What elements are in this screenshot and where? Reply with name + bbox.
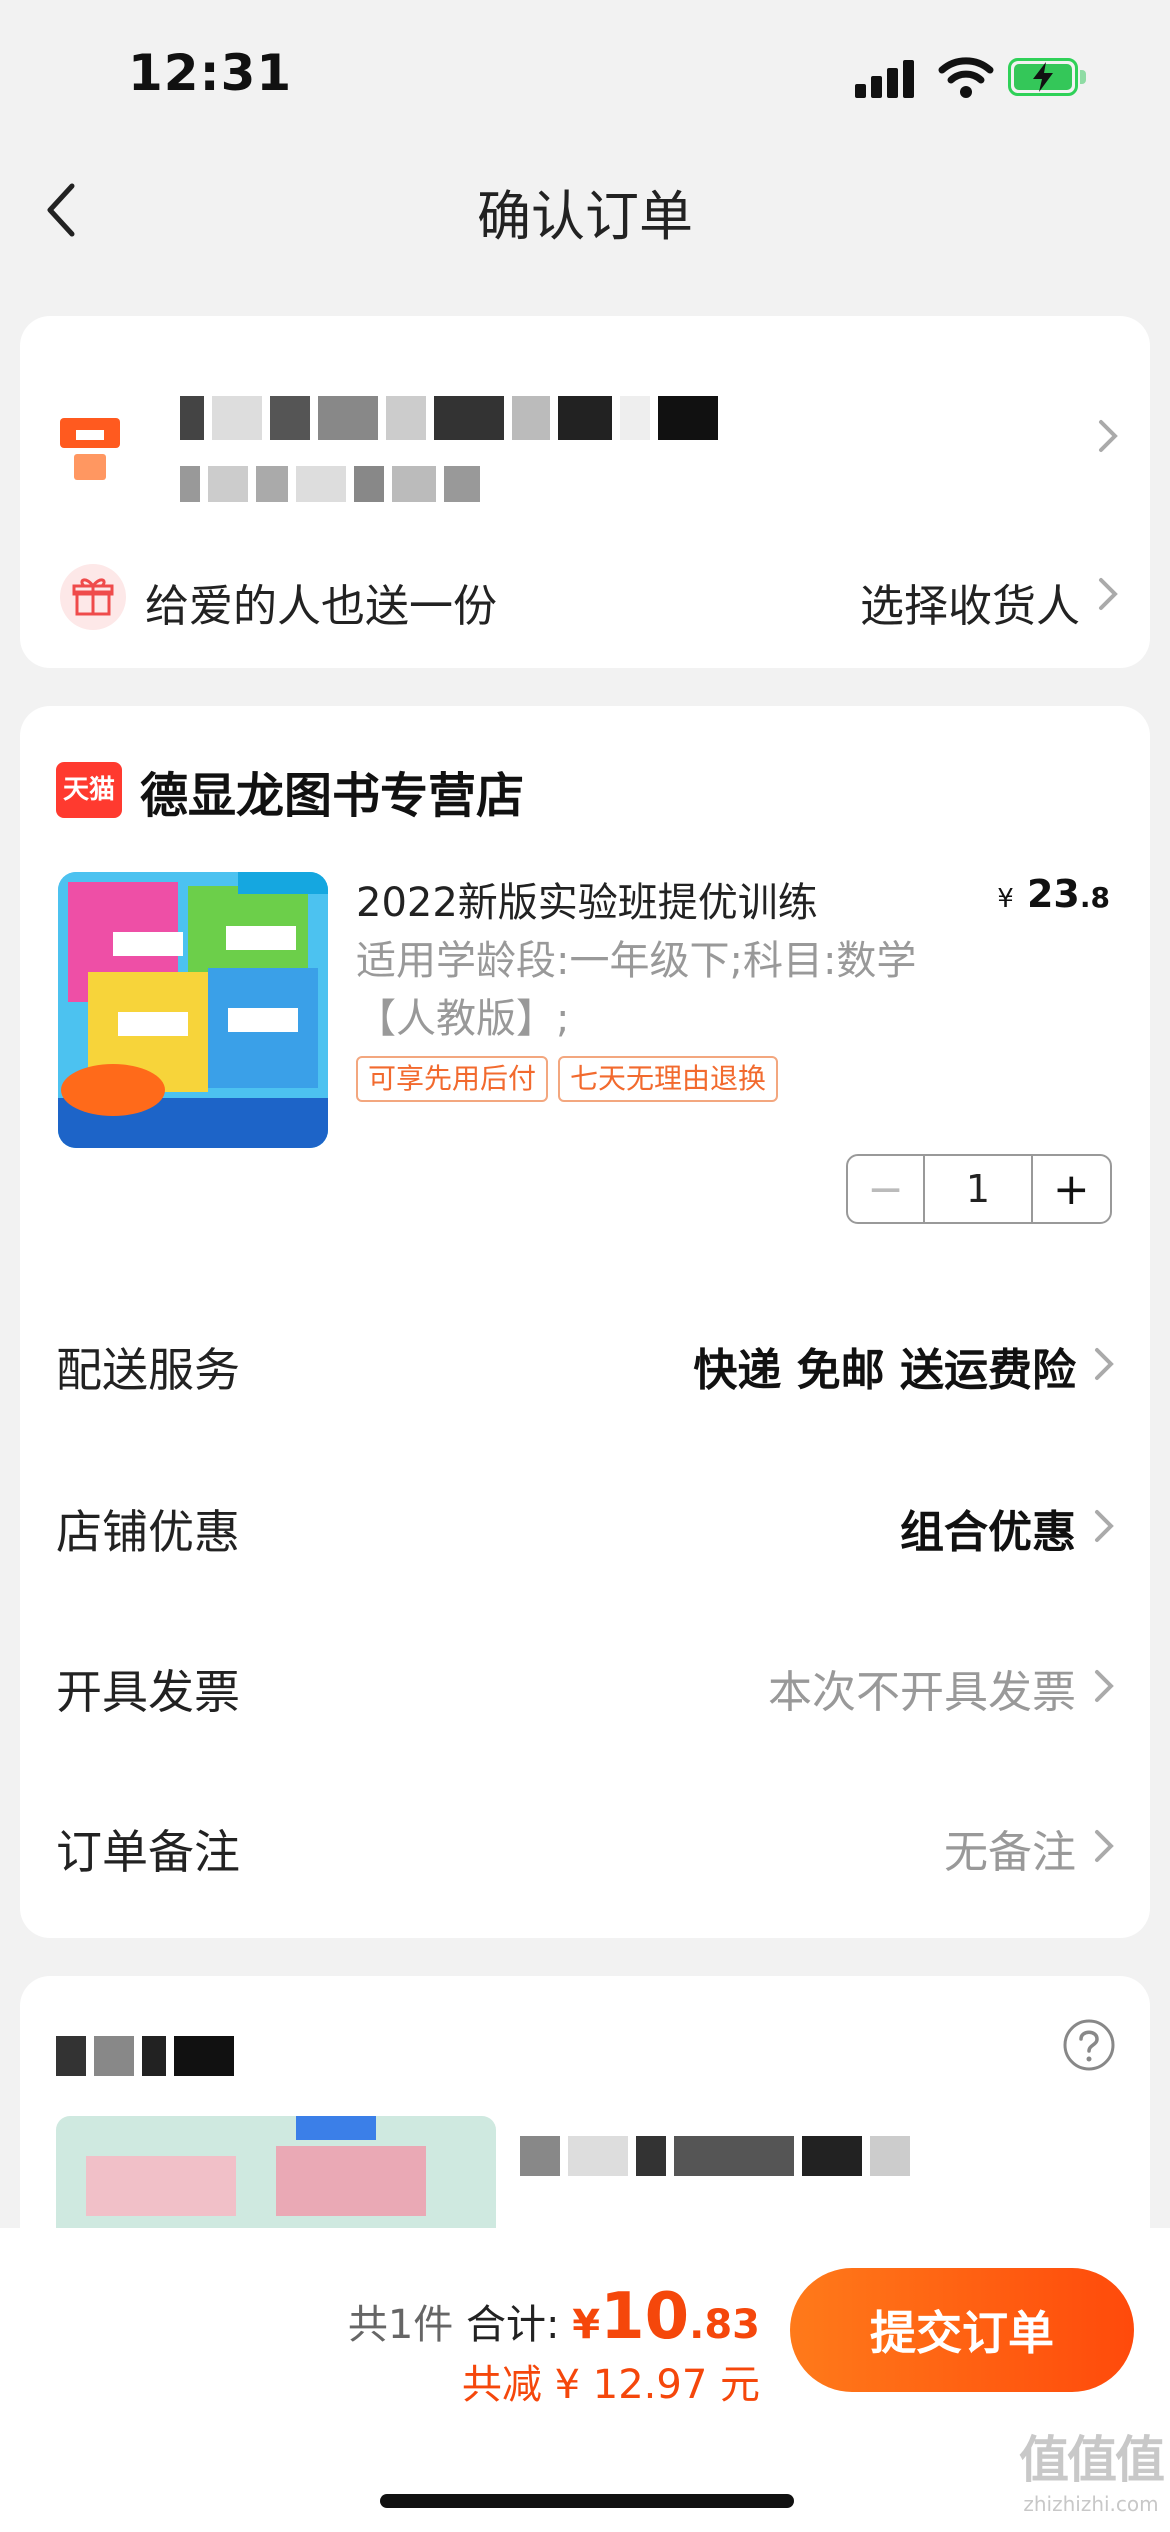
gift-icon [60,564,126,630]
chevron-right-icon [1095,1830,1114,1862]
wifi-icon [938,57,994,98]
invoice-label: 开具发票 [56,1665,240,1719]
checkout-bar: 共1件 合计: ¥10.83 共减 ¥ 12.97 元 提交订单 [0,2228,1170,2532]
address-card[interactable]: 给爱的人也送一份 选择收货人 [20,316,1150,668]
product-price: ¥ 23.8 [997,872,1110,916]
watermark-url: zhizhizhi.com [1023,2492,1159,2516]
battery-icon [1008,58,1086,96]
chevron-right-icon [1095,1510,1114,1542]
order-note-value: 无备注 [944,1827,1076,1878]
page-title: 确认订单 [477,185,693,248]
price-decimal: .8 [1079,881,1110,914]
status-time: 12:31 [128,44,293,102]
address-icon [60,418,120,480]
item-count: 共1件 [347,2302,454,2348]
delivery-service-value: 快递 免邮 送运费险 [693,1345,1076,1396]
order-note-label: 订单备注 [56,1825,240,1879]
product-image[interactable] [58,872,328,1148]
section-title-redacted [56,2036,242,2076]
discount-summary: 共减 ¥ 12.97 元 [461,2362,760,2408]
price-currency: ¥ [997,884,1014,914]
recommended-product-image-redacted [56,2116,496,2246]
submit-order-button[interactable]: 提交订单 [790,2268,1134,2392]
delivery-service-row[interactable]: 配送服务 快递 免邮 送运费险 [20,1310,1150,1410]
store-discount-label: 店铺优惠 [56,1505,240,1559]
decrease-quantity-button[interactable]: − [848,1156,926,1222]
quantity-value[interactable]: 1 [925,1156,1033,1222]
product-spec: 适用学龄段:一年级下;科目:数学【人教版】; [356,938,917,1042]
tag-pay-later: 可享先用后付 [356,1056,549,1102]
store-name[interactable]: 德显龙图书专营店 [140,756,524,826]
total-currency: ¥ [572,2302,601,2348]
total-decimal: .83 [689,2302,760,2348]
increase-quantity-button[interactable]: + [1033,1156,1110,1222]
tag-seven-day-return: 七天无理由退换 [558,1056,779,1102]
invoice-row[interactable]: 开具发票 本次不开具发票 [20,1632,1150,1732]
price-integer: 23 [1026,872,1080,916]
store-discount-row[interactable]: 店铺优惠 组合优惠 [20,1472,1150,1572]
home-indicator[interactable] [380,2494,794,2508]
status-bar: 12:31 [0,0,1170,150]
address-chevron-icon [1099,420,1118,452]
recommended-product-title-redacted [520,2136,918,2176]
cellular-signal-icon [855,58,915,98]
invoice-value: 本次不开具发票 [768,1667,1076,1718]
order-card: 天猫 德显龙图书专营店 2022新版实验班提优训练 适用学龄段:一年级下;科目:… [20,706,1150,1938]
order-note-row[interactable]: 订单备注 无备注 [20,1792,1150,1892]
chevron-right-icon [1095,1348,1114,1380]
delivery-service-label: 配送服务 [56,1343,240,1397]
recipient-name-redacted [180,396,726,440]
product-tags: 可享先用后付 七天无理由退换 [356,1056,788,1102]
total-summary: 共1件 合计: ¥10.83 [348,2280,760,2354]
chevron-right-icon [1095,1670,1114,1702]
tmall-badge: 天猫 [56,762,122,818]
choose-receiver-link[interactable]: 选择收货人 [860,570,1080,634]
nav-bar: 确认订单 [0,150,1170,270]
total-label: 合计: [466,2302,560,2348]
store-discount-value: 组合优惠 [900,1507,1076,1558]
quantity-stepper: − 1 + [846,1154,1112,1224]
help-icon[interactable] [1062,2018,1116,2072]
product-title[interactable]: 2022新版实验班提优训练 [356,870,916,928]
choose-receiver-chevron-icon[interactable] [1096,574,1120,614]
gift-text: 给爱的人也送一份 [145,581,497,632]
site-watermark: 值值值 zhizhizhi.com [1016,2420,1166,2516]
address-line-redacted [180,466,488,502]
total-integer: 10 [600,2280,690,2354]
watermark-logo: 值值值 [1019,2431,1165,2489]
